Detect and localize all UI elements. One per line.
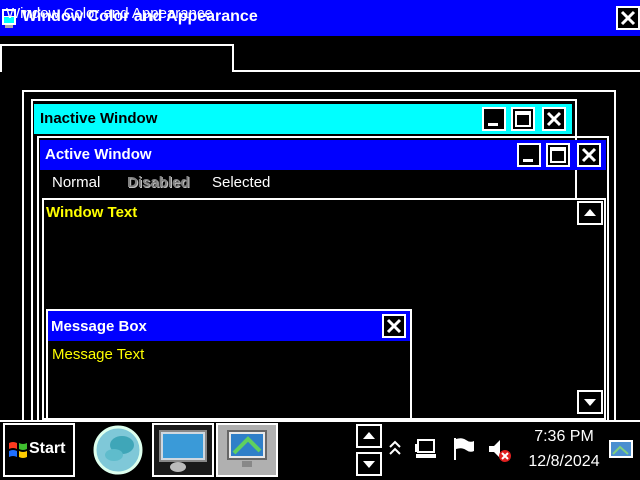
display-settings-icon	[159, 430, 207, 472]
active-close-button[interactable]	[577, 143, 601, 167]
active-minimize-button[interactable]	[517, 143, 541, 167]
taskbar-scroll-down-button[interactable]	[356, 452, 382, 476]
inactive-minimize-button[interactable]	[482, 107, 506, 131]
tab-label: Window Color and Appearance	[6, 5, 213, 22]
network-icon[interactable]	[414, 438, 440, 462]
close-icon	[386, 318, 402, 334]
taskbar-app-display[interactable]	[152, 423, 214, 477]
volume-muted-icon[interactable]	[486, 437, 512, 463]
dialog-close-button[interactable]	[616, 6, 640, 30]
help-globe-icon	[93, 425, 143, 475]
window-text: Window Text	[46, 204, 138, 221]
flag-icon[interactable]	[450, 436, 476, 462]
scroll-up-button[interactable]	[577, 201, 603, 225]
taskbar-scroll-up-button[interactable]	[356, 424, 382, 448]
message-box-title: Message Box	[51, 318, 147, 335]
tab-window-color[interactable]	[0, 44, 234, 72]
windows-logo-icon	[9, 442, 27, 458]
tab-divider	[234, 70, 640, 72]
arrow-up-icon	[363, 432, 375, 439]
message-text: Message Text	[52, 346, 145, 363]
minimize-icon	[523, 159, 533, 162]
active-maximize-button[interactable]	[546, 143, 570, 167]
inactive-maximize-button[interactable]	[511, 107, 535, 131]
minimize-icon	[488, 123, 498, 126]
menu-item-normal[interactable]: Normal	[52, 174, 100, 191]
window-color-icon	[227, 430, 267, 467]
close-icon	[620, 10, 636, 26]
maximize-icon	[550, 147, 566, 163]
inactive-close-button[interactable]	[542, 107, 566, 131]
taskbar-app-window-color[interactable]	[216, 423, 278, 477]
inactive-window-title: Inactive Window	[40, 110, 158, 127]
close-icon	[546, 111, 562, 127]
active-window-title: Active Window	[45, 146, 152, 163]
arrow-down-icon	[584, 399, 596, 406]
close-icon	[581, 147, 597, 163]
menu-item-selected[interactable]: Selected	[212, 174, 270, 191]
show-desktop-icon[interactable]	[608, 438, 634, 462]
maximize-icon	[515, 111, 531, 127]
arrow-down-icon	[363, 461, 375, 468]
clock-date[interactable]: 12/8/2024	[514, 453, 614, 471]
show-hidden-icon[interactable]	[386, 438, 404, 460]
message-box-close-button[interactable]	[382, 314, 406, 338]
clock-time[interactable]: 7:36 PM	[514, 428, 614, 446]
menu-item-disabled[interactable]: Disabled	[127, 174, 190, 191]
scroll-down-button[interactable]	[577, 390, 603, 414]
taskbar-app-help[interactable]	[88, 423, 150, 477]
arrow-up-icon	[584, 209, 596, 216]
start-label: Start	[29, 440, 66, 457]
